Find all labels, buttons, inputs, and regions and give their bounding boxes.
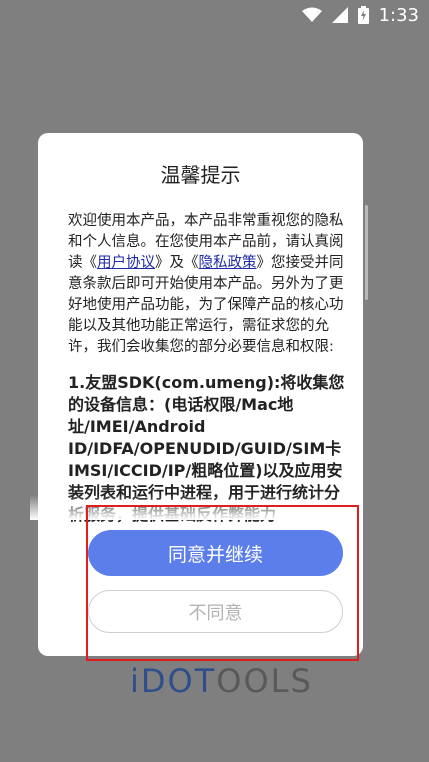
intro-paragraph: 欢迎使用本产品，本产品非常重视您的隐私和个人信息。在您使用本产品前，请认真阅读《… (68, 211, 354, 358)
intro-text-b: 》及《 (155, 255, 199, 271)
status-icons: 1:33 (301, 4, 419, 26)
battery-charging-icon (357, 6, 369, 24)
text-fade (30, 495, 330, 520)
user-agreement-link[interactable]: 用户协议 (97, 255, 155, 271)
logo-part-a: iDOT (130, 662, 217, 700)
app-logo: iDOTOOLS (130, 662, 313, 702)
status-bar: 1:33 (0, 0, 429, 30)
disagree-button[interactable]: 不同意 (88, 590, 343, 633)
logo-part-b: OOLS (216, 662, 313, 700)
wifi-icon (301, 7, 322, 23)
status-time: 1:33 (378, 4, 419, 26)
privacy-policy-link[interactable]: 隐私政策 (199, 255, 257, 271)
dialog-title: 温馨提示 (160, 163, 241, 187)
scrollbar[interactable] (365, 205, 368, 300)
signal-icon (331, 7, 348, 23)
agree-continue-button[interactable]: 同意并继续 (88, 530, 343, 576)
